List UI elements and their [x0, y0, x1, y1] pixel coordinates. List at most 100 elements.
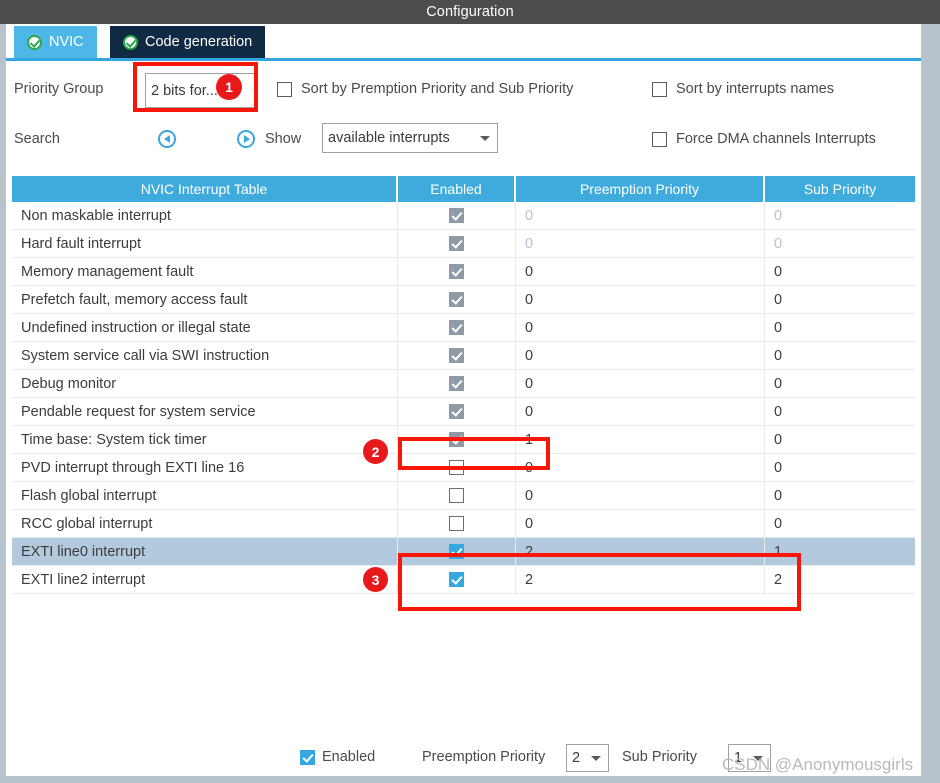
cell-interrupt-name: Time base: System tick timer [12, 426, 398, 453]
table-row[interactable]: EXTI line0 interrupt 2 1 [12, 538, 915, 566]
force-dma-checkbox[interactable] [652, 132, 667, 147]
table-row[interactable]: Time base: System tick timer 1 0 [12, 426, 915, 454]
row-enabled-checkbox[interactable] [449, 488, 464, 503]
tab-nvic[interactable]: NVIC [14, 26, 97, 58]
cell-interrupt-name: RCC global interrupt [12, 510, 398, 537]
column-header-name[interactable]: NVIC Interrupt Table [12, 176, 398, 202]
search-label: Search [14, 131, 60, 147]
row-enabled-checkbox[interactable] [449, 236, 464, 251]
bottom-toolbar: Enabled Preemption Priority 2 Sub Priori… [6, 738, 921, 776]
cell-preemption-priority: 0 [516, 342, 765, 369]
row-enabled-checkbox[interactable] [449, 320, 464, 335]
row-enabled-checkbox[interactable] [449, 404, 464, 419]
cell-enabled [398, 342, 516, 369]
row-enabled-checkbox[interactable] [449, 376, 464, 391]
table-row[interactable]: Hard fault interrupt 0 0 [12, 230, 915, 258]
row-enabled-checkbox[interactable] [449, 208, 464, 223]
tab-code-generation-label: Code generation [145, 34, 253, 50]
column-header-preemption[interactable]: Preemption Priority [516, 176, 765, 202]
sort-names-label: Sort by interrupts names [676, 81, 834, 97]
cell-preemption-priority: 0 [516, 370, 765, 397]
cell-interrupt-name: Undefined instruction or illegal state [12, 314, 398, 341]
row-enabled-checkbox[interactable] [449, 292, 464, 307]
cell-interrupt-name: Prefetch fault, memory access fault [12, 286, 398, 313]
sort-names-checkbox[interactable] [652, 82, 667, 97]
cell-sub-priority: 0 [774, 291, 783, 308]
cell-enabled [398, 538, 516, 565]
cell-sub-priority: 2 [774, 571, 783, 588]
table-row[interactable]: Debug monitor 0 0 [12, 370, 915, 398]
force-dma-label: Force DMA channels Interrupts [676, 131, 876, 147]
cell-interrupt-name: EXTI line2 interrupt [12, 566, 398, 593]
cell-sub-priority: 0 [774, 375, 783, 392]
row-enabled-checkbox[interactable] [449, 348, 464, 363]
window-frame-bottom [0, 776, 940, 783]
bottom-sub-label: Sub Priority [622, 749, 697, 765]
circle-arrow-left-icon[interactable] [158, 130, 176, 148]
row-enabled-checkbox[interactable] [449, 516, 464, 531]
table-row[interactable]: Memory management fault 0 0 [12, 258, 915, 286]
bottom-preemption-select[interactable]: 2 [566, 744, 609, 772]
cell-preemption-priority: 1 [516, 426, 765, 453]
cell-enabled [398, 314, 516, 341]
column-header-enabled[interactable]: Enabled [398, 176, 516, 202]
cell-sub-priority: 0 [774, 319, 783, 336]
row-enabled-checkbox[interactable] [449, 544, 464, 559]
cell-preemption-priority: 0 [516, 482, 765, 509]
table-row[interactable]: RCC global interrupt 0 0 [12, 510, 915, 538]
cell-interrupt-name: Pendable request for system service [12, 398, 398, 425]
circle-arrow-right-icon[interactable] [237, 130, 255, 148]
cell-sub-priority: 0 [774, 487, 783, 504]
cell-preemption-priority: 2 [516, 566, 765, 593]
check-circle-icon [123, 34, 138, 50]
cell-interrupt-name: Non maskable interrupt [12, 202, 398, 229]
row-enabled-checkbox[interactable] [449, 432, 464, 447]
tab-nvic-label: NVIC [49, 34, 84, 50]
chevron-down-icon [480, 135, 490, 141]
row-enabled-checkbox[interactable] [449, 264, 464, 279]
cell-enabled [398, 398, 516, 425]
table-row[interactable]: PVD interrupt through EXTI line 16 0 0 [12, 454, 915, 482]
chevron-down-icon [753, 755, 763, 761]
cell-enabled [398, 566, 516, 593]
cell-sub-priority: 0 [774, 403, 783, 420]
table-row[interactable]: System service call via SWI instruction 0… [12, 342, 915, 370]
cell-preemption-priority: 0 [516, 398, 765, 425]
table-row[interactable]: Undefined instruction or illegal state 0 0 [12, 314, 915, 342]
column-header-sub[interactable]: Sub Priority [765, 176, 915, 202]
window-frame-right [921, 24, 940, 783]
table-row[interactable]: Prefetch fault, memory access fault 0 0 [12, 286, 915, 314]
cell-enabled [398, 482, 516, 509]
bottom-sub-select[interactable]: 1 [728, 744, 771, 772]
options-panel: Priority Group 2 bits for... Sort by Pre… [6, 61, 921, 173]
cell-sub-priority: 0 [774, 235, 783, 252]
cell-interrupt-name: Flash global interrupt [12, 482, 398, 509]
table-row[interactable]: EXTI line2 interrupt 2 2 [12, 566, 915, 594]
row-enabled-checkbox[interactable] [449, 460, 464, 475]
cell-enabled [398, 286, 516, 313]
priority-group-select[interactable]: 2 bits for... [145, 73, 257, 108]
row-enabled-checkbox[interactable] [449, 572, 464, 587]
bottom-enabled-group[interactable]: Enabled [300, 749, 375, 765]
table-row[interactable]: Flash global interrupt 0 0 [12, 482, 915, 510]
cell-sub-priority: 0 [774, 515, 783, 532]
cell-enabled [398, 370, 516, 397]
table-header-row: NVIC Interrupt Table Enabled Preemption … [12, 176, 915, 202]
cell-enabled [398, 230, 516, 257]
sort-premption-label: Sort by Premption Priority and Sub Prior… [301, 81, 574, 97]
table-row[interactable]: Non maskable interrupt 0 0 [12, 202, 915, 230]
show-select[interactable]: available interrupts [322, 123, 498, 153]
tabstrip: NVIC Code generation [6, 24, 921, 60]
table-row[interactable]: Pendable request for system service 0 0 [12, 398, 915, 426]
show-value: available interrupts [328, 130, 450, 146]
bottom-enabled-checkbox[interactable] [300, 749, 315, 765]
sort-premption-checkbox[interactable] [277, 82, 292, 97]
priority-group-value: 2 bits for... [151, 82, 218, 99]
cell-interrupt-name: Debug monitor [12, 370, 398, 397]
tab-code-generation[interactable]: Code generation [110, 26, 266, 58]
cell-sub-priority: 1 [774, 543, 783, 560]
configuration-window: Configuration NVIC Code generation Prior… [0, 0, 940, 783]
bottom-sub-group: Sub Priority [622, 749, 697, 765]
cell-enabled [398, 426, 516, 453]
bottom-enabled-label: Enabled [322, 749, 376, 765]
